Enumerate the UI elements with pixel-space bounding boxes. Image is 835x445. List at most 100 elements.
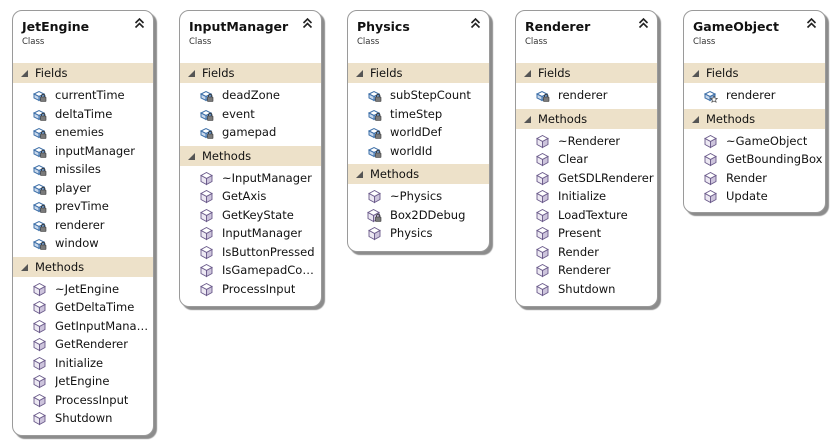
section-collapse-icon[interactable] <box>355 69 364 78</box>
method-item[interactable]: Physics <box>348 224 489 243</box>
method-item[interactable]: GetDeltaTime <box>13 298 153 317</box>
method-icon <box>199 226 214 241</box>
method-icon <box>535 134 550 149</box>
method-item[interactable]: GetRenderer <box>13 335 153 354</box>
method-item[interactable]: GetBoundingBox <box>684 150 825 169</box>
method-item[interactable]: GetAxis <box>180 187 321 206</box>
field-name: renderer <box>558 88 608 102</box>
method-name: GetBoundingBox <box>726 152 823 166</box>
field-item[interactable]: currentTime <box>13 86 153 105</box>
method-item[interactable]: IsGamepadCon... <box>180 261 321 280</box>
method-item[interactable]: GetKeyState <box>180 206 321 225</box>
collapse-chevron-icon[interactable] <box>134 17 145 29</box>
method-item[interactable]: ProcessInput <box>13 391 153 410</box>
method-item[interactable]: GetSDLRenderer <box>516 169 657 188</box>
method-name: ~GameObject <box>726 133 808 148</box>
private-field-icon <box>199 88 214 103</box>
collapse-chevron-icon[interactable] <box>302 17 313 29</box>
method-icon <box>703 189 718 204</box>
method-item[interactable]: Present <box>516 224 657 243</box>
section-collapse-icon[interactable] <box>187 152 196 161</box>
method-name: Physics <box>390 226 433 240</box>
private-field-icon <box>32 144 47 159</box>
collapse-chevron-icon[interactable] <box>470 17 481 29</box>
fields-section-header[interactable]: Fields <box>348 63 489 83</box>
class-box-renderer[interactable]: Renderer Class Fields renderer Methods ~… <box>515 10 658 307</box>
field-name: subStepCount <box>390 88 471 102</box>
section-collapse-icon[interactable] <box>355 170 364 179</box>
methods-section-header[interactable]: Methods <box>180 145 321 166</box>
method-item[interactable]: JetEngine <box>13 372 153 391</box>
fields-section-header[interactable]: Fields <box>684 63 825 83</box>
method-item[interactable]: Render <box>684 169 825 188</box>
method-name: ~JetEngine <box>55 281 120 296</box>
method-name: GetKeyState <box>222 207 294 222</box>
method-item[interactable]: Shutdown <box>516 280 657 299</box>
method-item[interactable]: ~GameObject <box>684 132 825 151</box>
method-item[interactable]: ~Renderer <box>516 132 657 151</box>
field-item[interactable]: renderer <box>516 86 657 105</box>
field-item[interactable]: deltaTime <box>13 105 153 124</box>
methods-section-header[interactable]: Methods <box>516 108 657 129</box>
fields-section-header[interactable]: Fields <box>180 63 321 83</box>
method-item[interactable]: Initialize <box>13 354 153 373</box>
section-collapse-icon[interactable] <box>187 69 196 78</box>
section-collapse-icon[interactable] <box>20 69 29 78</box>
field-item[interactable]: missiles <box>13 160 153 179</box>
field-item[interactable]: worldDef <box>348 123 489 142</box>
method-icon <box>535 263 550 278</box>
field-item[interactable]: renderer <box>684 86 825 105</box>
methods-section-header[interactable]: Methods <box>684 108 825 129</box>
method-item[interactable]: ProcessInput <box>180 280 321 299</box>
section-collapse-icon[interactable] <box>20 263 29 272</box>
class-box-gameobject[interactable]: GameObject Class Fields renderer Methods… <box>683 10 826 213</box>
field-item[interactable]: inputManager <box>13 142 153 161</box>
method-item[interactable]: ~Physics <box>348 187 489 206</box>
class-box-jetengine[interactable]: JetEngine Class Fields currentTime deltaT… <box>12 10 154 436</box>
class-box-physics[interactable]: Physics Class Fields subStepCount timeSte… <box>347 10 490 252</box>
fields-section-header[interactable]: Fields <box>516 63 657 83</box>
collapse-chevron-icon[interactable] <box>806 17 817 29</box>
field-item[interactable]: renderer <box>13 216 153 235</box>
section-collapse-icon[interactable] <box>691 115 700 124</box>
fields-section-header[interactable]: Fields <box>13 63 153 83</box>
section-collapse-icon[interactable] <box>523 69 532 78</box>
method-item[interactable]: ~InputManager <box>180 169 321 188</box>
field-item[interactable]: deadZone <box>180 86 321 105</box>
field-item[interactable]: player <box>13 179 153 198</box>
field-item[interactable]: event <box>180 105 321 124</box>
section-collapse-icon[interactable] <box>691 69 700 78</box>
method-item[interactable]: GetInputManag... <box>13 317 153 336</box>
methods-section-header[interactable]: Methods <box>348 164 489 184</box>
method-item[interactable]: ~JetEngine <box>13 280 153 299</box>
method-item[interactable]: Render <box>516 243 657 262</box>
method-item[interactable]: InputManager <box>180 224 321 243</box>
method-item[interactable]: Update <box>684 187 825 206</box>
method-item[interactable]: Box2DDebug <box>348 206 489 225</box>
method-icon <box>535 171 550 186</box>
method-icon <box>32 393 47 408</box>
method-item[interactable]: Clear <box>516 150 657 169</box>
class-name: Renderer <box>525 19 591 34</box>
field-item[interactable]: subStepCount <box>348 86 489 105</box>
class-box-inputmanager[interactable]: InputManager Class Fields deadZone event g… <box>179 10 322 307</box>
method-item[interactable]: IsButtonPressed <box>180 243 321 262</box>
field-item[interactable]: window <box>13 234 153 253</box>
field-item[interactable]: prevTime <box>13 197 153 216</box>
methods-section-header[interactable]: Methods <box>13 256 153 277</box>
field-item[interactable]: gamepad <box>180 123 321 142</box>
field-item[interactable]: worldId <box>348 142 489 161</box>
field-item[interactable]: enemies <box>13 123 153 142</box>
method-name: GetInputManag... <box>55 318 152 333</box>
method-icon <box>535 226 550 241</box>
field-item[interactable]: timeStep <box>348 105 489 124</box>
method-icon <box>199 263 214 278</box>
method-item[interactable]: LoadTexture <box>516 206 657 225</box>
method-item[interactable]: Shutdown <box>13 409 153 428</box>
method-icon <box>199 208 214 223</box>
collapse-chevron-icon[interactable] <box>638 17 649 29</box>
method-item[interactable]: Initialize <box>516 187 657 206</box>
method-name: ProcessInput <box>55 392 129 407</box>
method-item[interactable]: Renderer <box>516 261 657 280</box>
section-collapse-icon[interactable] <box>523 115 532 124</box>
